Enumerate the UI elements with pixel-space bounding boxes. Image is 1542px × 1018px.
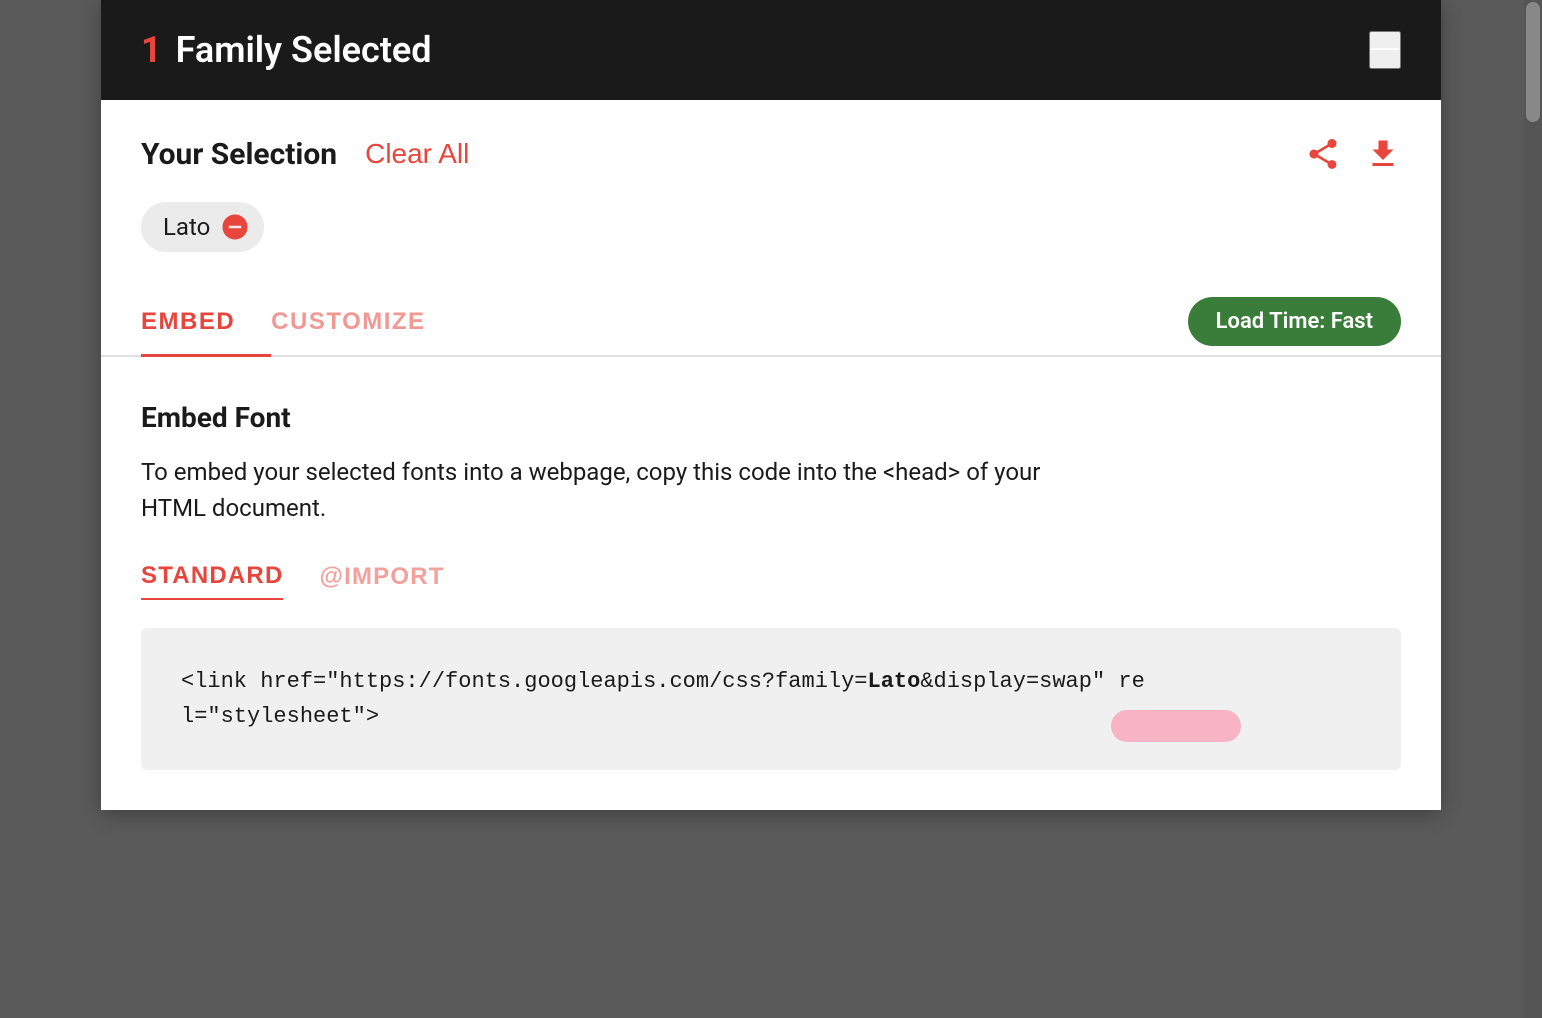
sub-tab-import[interactable]: @IMPORT xyxy=(319,562,444,600)
sub-tab-standard[interactable]: STANDARD xyxy=(141,562,283,600)
font-chips-container: Lato xyxy=(141,202,1401,252)
embed-description: To embed your selected fonts into a webp… xyxy=(141,454,1041,526)
header-bar: 1 Family Selected — xyxy=(101,0,1441,100)
share-icon xyxy=(1305,136,1341,172)
selection-area: Your Selection Clear All xyxy=(101,100,1441,252)
tab-customize[interactable]: CUSTOMIZE xyxy=(271,288,461,357)
remove-icon xyxy=(220,212,250,242)
family-count: 1 xyxy=(141,29,162,71)
code-line1-end: &display=swap" re xyxy=(920,669,1144,694)
share-button[interactable] xyxy=(1305,136,1341,172)
scrollbar[interactable] xyxy=(1524,0,1542,1018)
download-button[interactable] xyxy=(1365,136,1401,172)
tabs-left: EMBED CUSTOMIZE xyxy=(141,288,462,355)
tabs-row: EMBED CUSTOMIZE Load Time: Fast xyxy=(101,288,1441,357)
pink-highlight xyxy=(1111,710,1241,742)
scroll-thumb[interactable] xyxy=(1526,2,1540,122)
embed-font-title: Embed Font xyxy=(141,401,1401,434)
selection-title: Your Selection xyxy=(141,137,337,172)
selection-left: Your Selection Clear All xyxy=(141,137,469,172)
left-edge-indicator xyxy=(0,460,18,520)
code-block: <link href="https://fonts.googleapis.com… xyxy=(141,628,1401,770)
main-panel: 1 Family Selected — Your Selection Clear… xyxy=(101,0,1441,810)
header-title: 1 Family Selected xyxy=(141,29,432,71)
minimize-icon: — xyxy=(1371,31,1399,62)
font-chip-lato: Lato xyxy=(141,202,264,252)
minimize-button[interactable]: — xyxy=(1369,31,1401,69)
remove-font-button[interactable] xyxy=(220,212,250,242)
clear-all-button[interactable]: Clear All xyxy=(365,138,469,170)
selection-icons xyxy=(1305,136,1401,172)
content-area: Embed Font To embed your selected fonts … xyxy=(101,357,1441,810)
code-font-name: Lato xyxy=(868,669,921,694)
load-time-badge: Load Time: Fast xyxy=(1188,297,1401,346)
selection-header: Your Selection Clear All xyxy=(141,136,1401,172)
family-selected-label: Family Selected xyxy=(176,29,432,71)
code-line1-start: <link href="https://fonts.googleapis.com… xyxy=(181,669,868,694)
download-icon xyxy=(1365,136,1401,172)
tab-embed[interactable]: EMBED xyxy=(141,288,271,357)
code-line2: l="stylesheet"> xyxy=(181,704,379,729)
sub-tabs: STANDARD @IMPORT xyxy=(141,562,1401,600)
font-chip-name: Lato xyxy=(163,213,210,241)
